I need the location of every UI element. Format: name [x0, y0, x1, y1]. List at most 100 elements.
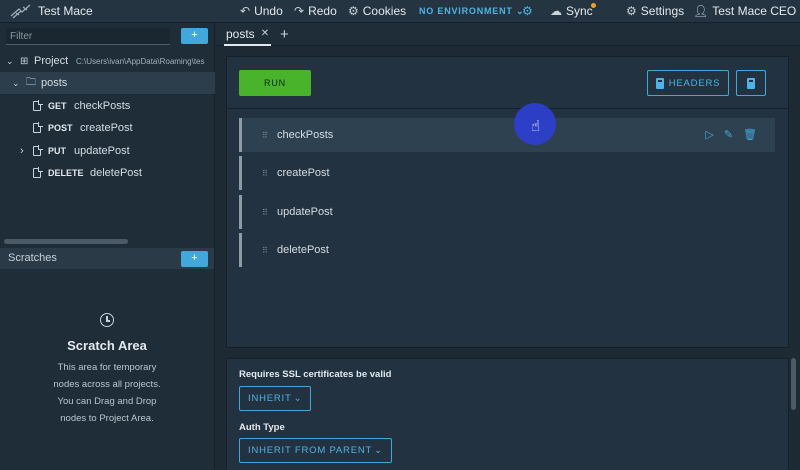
request-list-item[interactable]: ⠿ deletePost: [239, 233, 775, 267]
tree-item-request[interactable]: › PUT updatePost: [0, 140, 215, 162]
tab-label: posts: [226, 26, 255, 41]
calculator-icon: [655, 77, 664, 89]
chevron-down-icon: ⌄: [12, 77, 20, 88]
tree-item-request[interactable]: DELETE deletePost: [0, 162, 215, 184]
request-name: checkPosts: [74, 100, 131, 112]
headers-label: HEADERS: [668, 77, 721, 89]
drag-handle-icon[interactable]: ⠿: [262, 169, 277, 178]
headers-button[interactable]: HEADERS: [647, 70, 729, 96]
chevron-down-icon: ⌄: [293, 393, 303, 404]
undo-icon: ↶: [240, 4, 251, 18]
description-line: nodes across all projects.: [53, 379, 161, 390]
description-line: nodes to Project Area.: [60, 413, 154, 424]
settings-label: Settings: [640, 4, 685, 18]
request-list-item[interactable]: ⠿ createPost: [239, 156, 775, 190]
variables-button[interactable]: [736, 70, 766, 96]
ssl-value: INHERIT: [248, 393, 292, 404]
redo-label: Redo: [308, 4, 337, 18]
request-list-item[interactable]: ⠿ checkPosts ▷ ✎ 🗑︎: [239, 118, 775, 152]
request-list-item[interactable]: ⠿ updatePost: [239, 195, 775, 229]
request-name: updatePost: [74, 145, 130, 157]
cookies-label: Cookies: [362, 4, 407, 18]
auth-type-select[interactable]: INHERIT FROM PARENT ⌄: [239, 438, 392, 463]
app-title: Test Mace: [38, 4, 93, 18]
scratch-area-description: This area for temporary nodes across all…: [0, 359, 214, 427]
request-name: deletePost: [277, 244, 329, 256]
undo-label: Undo: [254, 4, 283, 18]
method-label: PUT: [48, 146, 66, 156]
add-node-button[interactable]: +: [181, 28, 208, 44]
tree-item-folder[interactable]: ⌄ 🗀︎ posts: [0, 72, 215, 94]
redo-icon: ↷: [294, 4, 305, 18]
scratches-title: Scratches: [8, 252, 57, 264]
chevron-right-icon: ›: [20, 145, 24, 157]
vertical-scrollbar[interactable]: [791, 358, 796, 410]
close-icon[interactable]: ✕: [261, 28, 269, 39]
folder-icon: 🗀︎: [26, 76, 36, 88]
tree-item-request[interactable]: GET checkPosts: [0, 95, 215, 117]
tree-item-request[interactable]: POST createPost: [0, 117, 215, 139]
new-tab-button[interactable]: +: [280, 26, 289, 43]
hand-cursor-icon: ☝︎: [531, 118, 541, 135]
scratch-area-title: Scratch Area: [67, 338, 147, 353]
drag-handle-icon[interactable]: ⠿: [262, 208, 277, 217]
auth-type-value: INHERIT FROM PARENT: [248, 445, 373, 456]
trash-icon[interactable]: 🗑︎: [743, 128, 757, 141]
user-menu[interactable]: 👤︎ Test Mace CEO ⌄: [693, 4, 800, 18]
tree-item-project[interactable]: ⌄ ⊞ Project C:\Users\ivan\AppData\Roamin…: [0, 50, 215, 72]
tab-posts[interactable]: posts ✕: [224, 23, 272, 46]
add-scratch-button[interactable]: +: [181, 251, 208, 267]
request-name: updatePost: [277, 206, 333, 218]
scratch-area: Scratch Area This area for temporary nod…: [0, 313, 214, 427]
sync-label: Sync: [566, 4, 593, 18]
request-icon: [33, 145, 43, 156]
description-line: This area for temporary: [57, 362, 157, 373]
settings-button[interactable]: ⚙ Settings: [626, 4, 684, 18]
method-label: GET: [48, 101, 67, 111]
request-name: createPost: [277, 167, 330, 179]
folder-options: Requires SSL certificates be valid INHER…: [226, 358, 789, 470]
environment-label: NO ENVIRONMENT: [419, 6, 513, 16]
user-icon: 👤︎: [693, 4, 709, 18]
clock-icon: [100, 313, 114, 327]
project-path: C:\Users\ivan\AppData\Roaming\tes: [76, 56, 205, 66]
drag-handle-icon[interactable]: ⠿: [262, 246, 277, 255]
filter-input[interactable]: [6, 28, 170, 45]
environment-selector[interactable]: NO ENVIRONMENT ⌄: [419, 6, 524, 17]
sync-status-badge: [591, 3, 596, 8]
request-name: deletePost: [90, 167, 142, 179]
auth-type-label: Auth Type: [239, 422, 285, 433]
environment-settings-icon[interactable]: ⚙: [522, 4, 533, 18]
request-icon: [33, 167, 43, 178]
play-icon[interactable]: ▷: [705, 128, 713, 141]
grid-icon: ⊞: [20, 55, 29, 67]
run-button[interactable]: RUN: [239, 70, 311, 96]
scratches-header: Scratches +: [0, 248, 214, 269]
chevron-down-icon: ⌄: [6, 55, 14, 66]
description-line: You can Drag and Drop: [57, 396, 157, 407]
request-icon: [33, 122, 43, 133]
request-icon: [33, 100, 43, 111]
method-label: POST: [48, 123, 73, 133]
request-name: checkPosts: [277, 129, 334, 141]
editor-toolbar: RUN HEADERS: [227, 57, 788, 109]
tab-bar: posts ✕ +: [216, 23, 800, 46]
ssl-select[interactable]: INHERIT ⌄: [239, 386, 312, 411]
title-bar: Test Mace ↶ Undo ↷ Redo ⚙ Cookies NO ENV…: [0, 0, 800, 23]
gear-icon: ⚙: [348, 4, 359, 18]
redo-button[interactable]: ↷ Redo: [294, 4, 337, 18]
method-label: DELETE: [48, 168, 84, 178]
horizontal-scrollbar[interactable]: [4, 239, 128, 244]
drag-handle-icon[interactable]: ⠿: [262, 131, 277, 140]
cookies-button[interactable]: ⚙ Cookies: [348, 4, 406, 18]
gear-icon: ⚙: [626, 4, 637, 18]
chevron-down-icon: ⌄: [374, 445, 383, 456]
request-actions: ▷ ✎ 🗑︎: [705, 128, 757, 141]
undo-button[interactable]: ↶ Undo: [240, 4, 283, 18]
project-label: Project: [34, 55, 69, 67]
sync-button[interactable]: ☁ Sync: [550, 4, 593, 18]
folder-editor: RUN HEADERS ⠿ checkPosts ▷ ✎ 🗑︎ ⠿ create…: [226, 56, 789, 348]
calculator-icon: [747, 77, 755, 89]
edit-icon[interactable]: ✎: [724, 128, 733, 141]
project-sidebar: + ⌄ ⊞ Project C:\Users\ivan\AppData\Roam…: [0, 23, 215, 470]
